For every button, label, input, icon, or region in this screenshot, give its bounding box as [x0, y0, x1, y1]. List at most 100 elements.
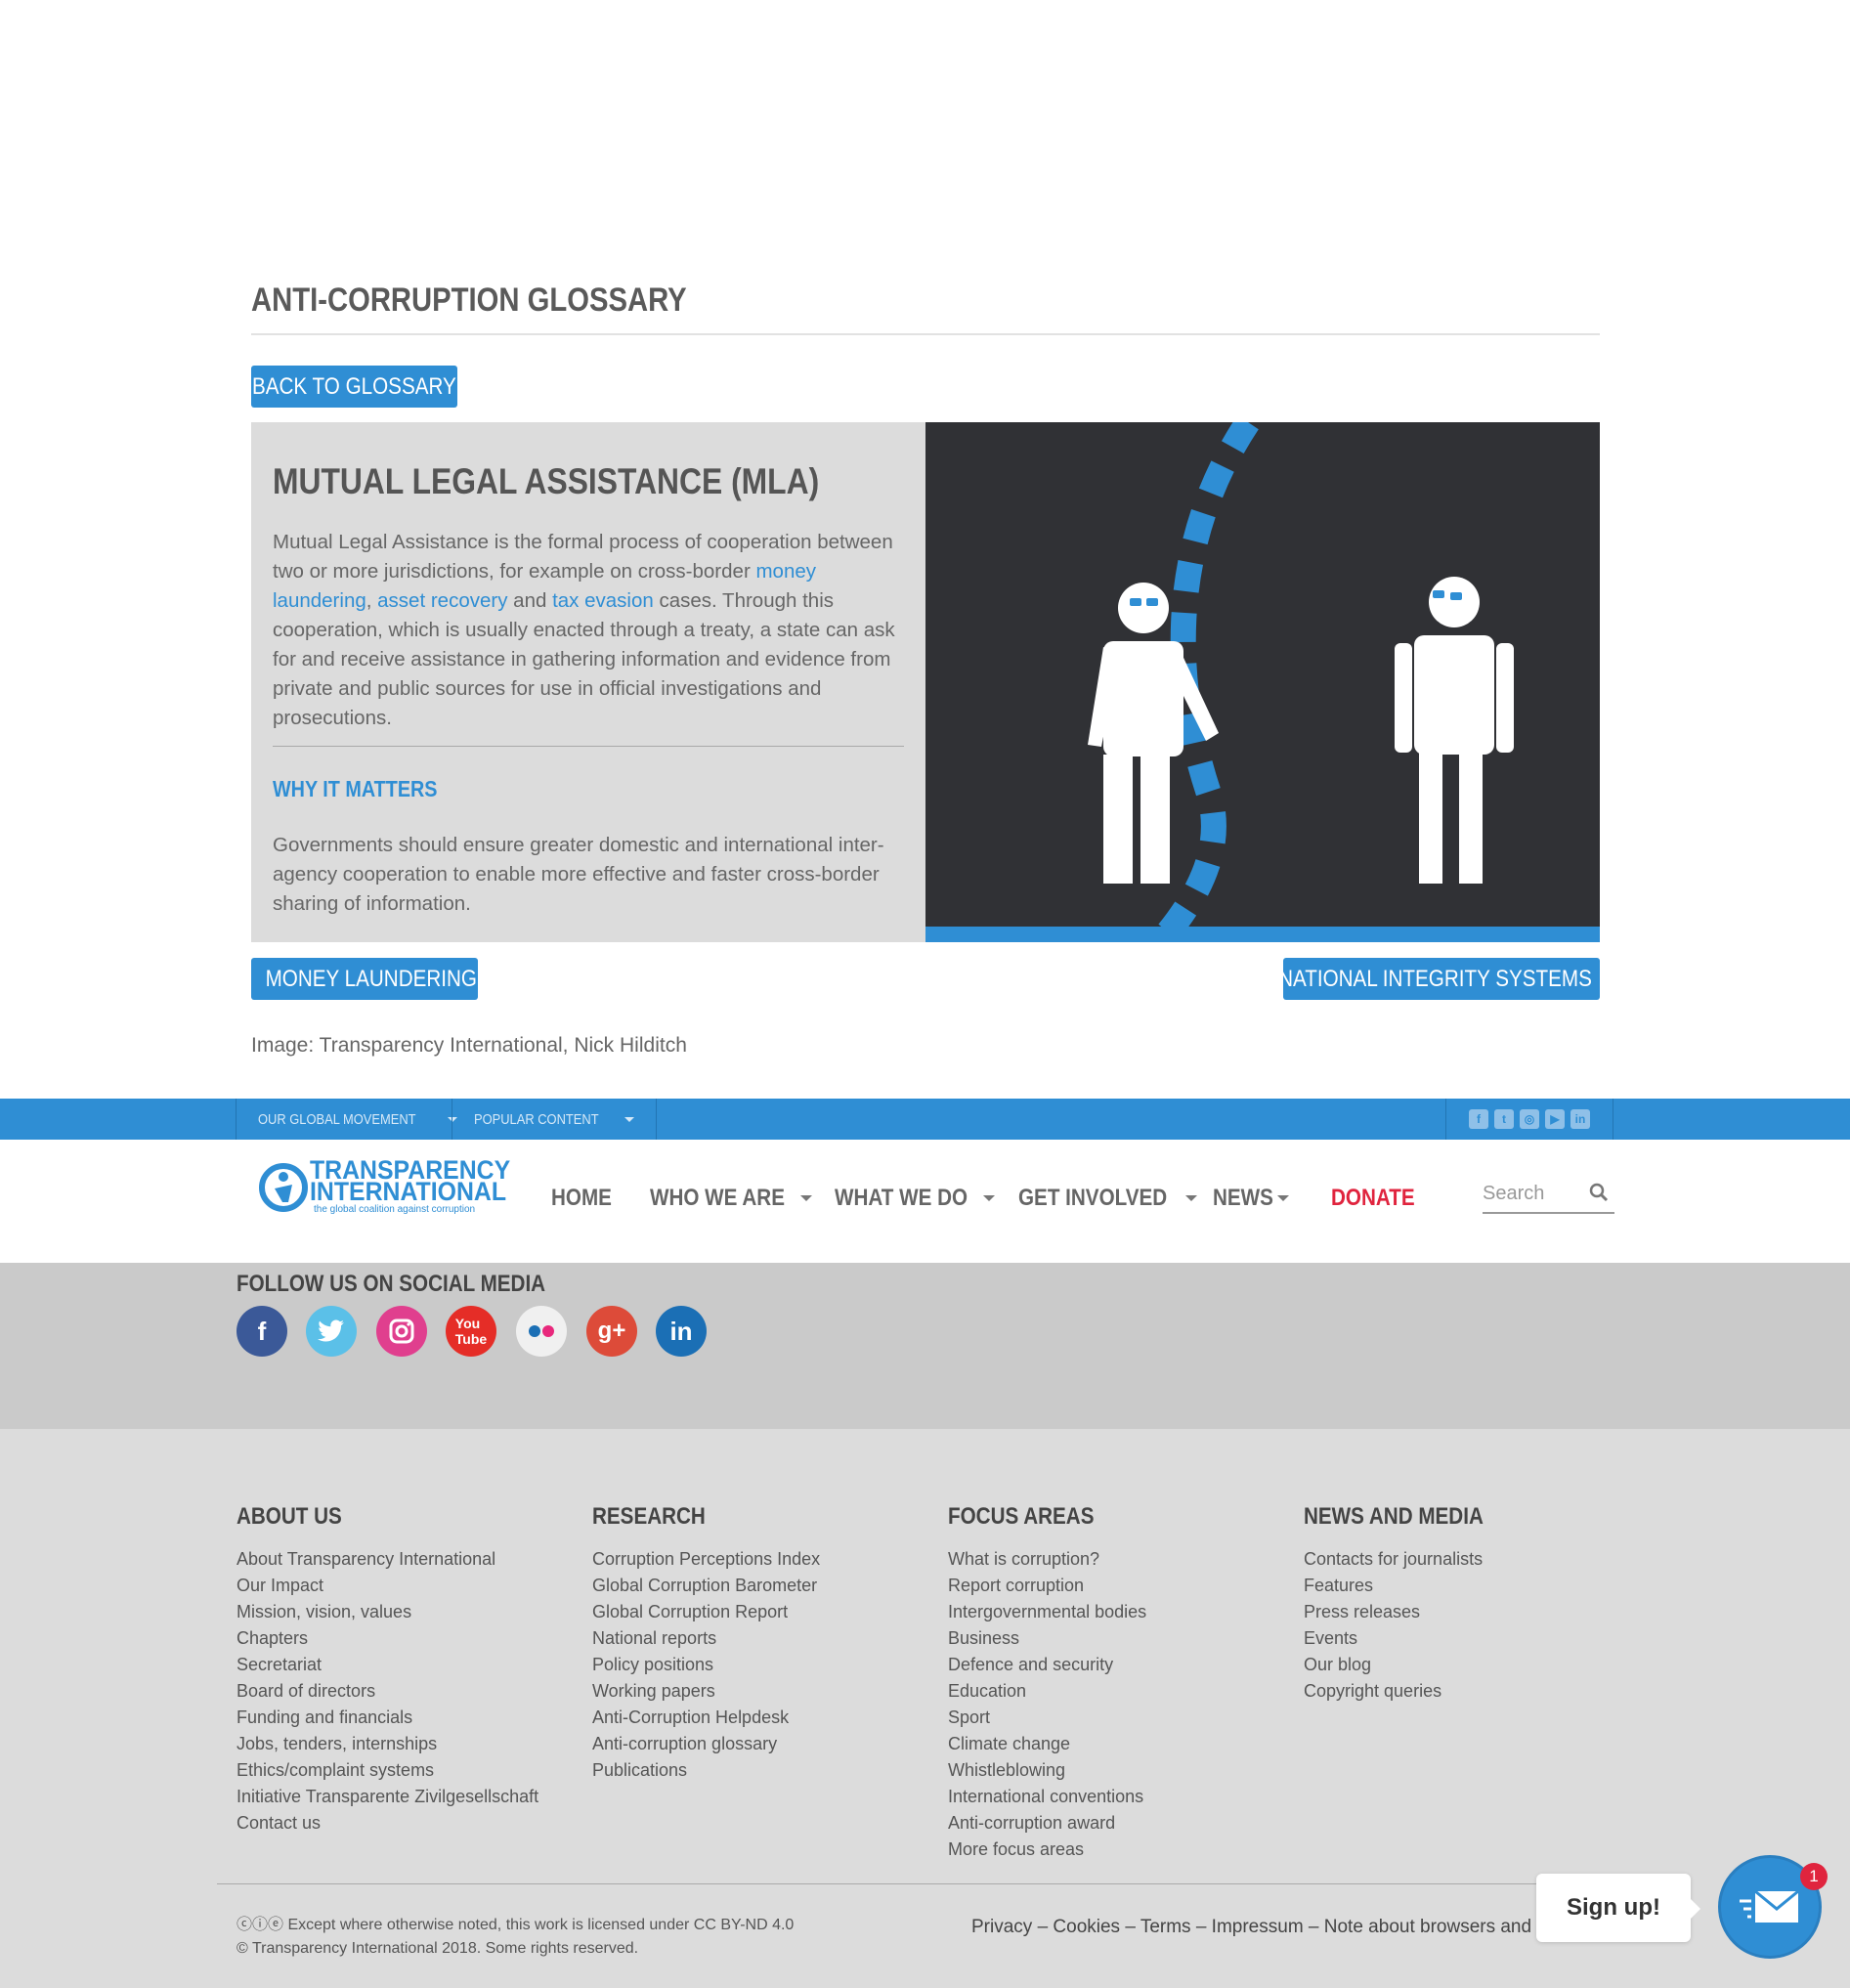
footer-link[interactable]: Secretariat — [237, 1652, 538, 1678]
footer-link[interactable]: Board of directors — [237, 1678, 538, 1705]
footer-link[interactable]: Jobs, tenders, internships — [237, 1731, 538, 1757]
footer-link[interactable]: Business — [948, 1625, 1146, 1652]
nav-news-label: NEWS — [1213, 1185, 1273, 1211]
globe-logo-icon — [259, 1163, 308, 1212]
footer-link[interactable]: Intergovernmental bodies — [948, 1599, 1146, 1625]
nav-home[interactable]: HOME — [551, 1185, 622, 1212]
previous-term-button[interactable]: MONEY LAUNDERING — [235, 958, 478, 1000]
definition-separator: , — [366, 589, 378, 612]
why-it-matters-heading: WHY IT MATTERS — [273, 776, 438, 801]
chevron-down-icon — [1184, 1195, 1197, 1201]
term-illustration — [925, 422, 1600, 942]
footer-link[interactable]: Anti-Corruption Helpdesk — [592, 1705, 820, 1731]
facebook-icon[interactable]: f — [1469, 1109, 1488, 1129]
footer-link[interactable]: Chapters — [237, 1625, 538, 1652]
popular-content-label: POPULAR CONTENT — [474, 1110, 599, 1128]
linkedin-icon[interactable]: in — [656, 1306, 707, 1357]
follow-us-heading: FOLLOW US ON SOCIAL MEDIA — [237, 1271, 546, 1297]
youtube-icon[interactable]: ▶ — [1545, 1109, 1565, 1129]
twitter-icon[interactable] — [306, 1306, 357, 1357]
tax-evasion-link[interactable]: tax evasion — [552, 589, 654, 612]
footer-focus-list: What is corruption? Report corruption Inte… — [948, 1546, 1146, 1863]
our-global-movement-menu[interactable]: OUR GLOBAL MOVEMENT — [236, 1099, 479, 1140]
footer-link[interactable]: National reports — [592, 1625, 820, 1652]
signup-bubble[interactable]: Sign up! — [1536, 1874, 1700, 1942]
footer-link[interactable]: International conventions — [948, 1784, 1146, 1810]
chevron-down-icon — [1277, 1195, 1289, 1201]
nav-get-involved-label: GET INVOLVED — [1018, 1185, 1168, 1211]
nav-get-involved[interactable]: GET INVOLVED — [1018, 1185, 1197, 1212]
asset-recovery-link[interactable]: asset recovery — [377, 589, 507, 612]
footer-research-heading: RESEARCH — [592, 1503, 706, 1530]
footer-link[interactable]: Report corruption — [948, 1573, 1146, 1599]
footer-link[interactable]: Climate change — [948, 1731, 1146, 1757]
footer-link[interactable]: Sport — [948, 1705, 1146, 1731]
footer-link[interactable]: Copyright queries — [1304, 1678, 1513, 1705]
instagram-icon[interactable]: ◎ — [1520, 1109, 1539, 1129]
footer-link[interactable]: Working papers — [592, 1678, 820, 1705]
instagram-icon[interactable] — [376, 1306, 427, 1357]
nav-home-label: HOME — [551, 1185, 612, 1211]
footer-link[interactable]: What is corruption? — [948, 1546, 1146, 1573]
footer-news-heading: NEWS AND MEDIA — [1304, 1503, 1484, 1530]
footer-link[interactable]: Policy positions — [592, 1652, 820, 1678]
search-icon[interactable] — [1589, 1183, 1609, 1202]
footer-link[interactable]: Anti-corruption glossary — [592, 1731, 820, 1757]
footer-link[interactable]: Global Corruption Report — [592, 1599, 820, 1625]
caret-left-icon — [235, 971, 243, 987]
why-it-matters-text: Governments should ensure greater domest… — [273, 834, 884, 915]
footer-link[interactable]: Features — [1304, 1573, 1513, 1599]
popular-content-menu[interactable]: POPULAR CONTENT — [452, 1099, 658, 1140]
chevron-down-icon — [983, 1195, 996, 1201]
search-input[interactable] — [1483, 1179, 1580, 1208]
copyright-text: © Transparency International 2018. Some … — [237, 1940, 639, 1957]
footer-link[interactable]: Contacts for journalists — [1304, 1546, 1513, 1573]
footer-link[interactable]: Mission, vision, values — [237, 1599, 538, 1625]
nav-donate-label: DONATE — [1331, 1185, 1415, 1211]
nav-who-we-are[interactable]: WHO WE ARE — [650, 1185, 813, 1212]
footer-link[interactable]: Corruption Perceptions Index — [592, 1546, 820, 1573]
footer-link[interactable]: Contact us — [237, 1810, 538, 1837]
footer-link[interactable]: Defence and security — [948, 1652, 1146, 1678]
footer-link[interactable]: Initiative Transparente Zivilgesellschaf… — [237, 1784, 538, 1810]
footer-link[interactable]: Funding and financials — [237, 1705, 538, 1731]
flickr-icon[interactable] — [516, 1306, 567, 1357]
card-divider — [273, 746, 904, 747]
footer-link[interactable]: Global Corruption Barometer — [592, 1573, 820, 1599]
term-card: MUTUAL LEGAL ASSISTANCE (MLA) Mutual Leg… — [251, 422, 925, 942]
nav-news[interactable]: NEWS — [1213, 1185, 1289, 1212]
footer-news-column: NEWS AND MEDIA Contacts for journalists F… — [1304, 1503, 1513, 1705]
utility-social-links: f t ◎ ▶ in — [1445, 1099, 1613, 1140]
footer-link[interactable]: Anti-corruption award — [948, 1810, 1146, 1837]
facebook-icon[interactable]: f — [237, 1306, 287, 1357]
twitter-icon[interactable]: t — [1494, 1109, 1514, 1129]
next-term-button[interactable]: NATIONAL INTEGRITY SYSTEMS — [1278, 958, 1631, 1000]
footer-link[interactable]: Our Impact — [237, 1573, 538, 1599]
footer-link[interactable]: Press releases — [1304, 1599, 1513, 1625]
search-box — [1483, 1175, 1614, 1214]
back-to-glossary-button[interactable]: BACK TO GLOSSARY — [251, 366, 457, 408]
footer-link[interactable]: About Transparency International — [237, 1546, 538, 1573]
page-title: ANTI-CORRUPTION GLOSSARY — [251, 281, 687, 319]
social-media-section: FOLLOW US ON SOCIAL MEDIA f You Tube g+ i… — [0, 1263, 1850, 1429]
footer-link[interactable]: Education — [948, 1678, 1146, 1705]
logo-text: INTERNATIONAL — [310, 1177, 507, 1206]
nav-donate[interactable]: DONATE — [1331, 1185, 1429, 1212]
footer-link[interactable]: Ethics/complaint systems — [237, 1757, 538, 1784]
googleplus-icon[interactable]: g+ — [586, 1306, 637, 1357]
footer-link[interactable]: Publications — [592, 1757, 820, 1784]
logo-tagline: the global coalition against corruption — [314, 1204, 476, 1215]
youtube-icon[interactable]: You Tube — [446, 1306, 496, 1357]
footer-about-column: ABOUT US About Transparency Internationa… — [237, 1503, 538, 1837]
footer-link[interactable]: Events — [1304, 1625, 1513, 1652]
transparency-international-logo[interactable]: TRANSPARENCY INTERNATIONAL the global co… — [259, 1155, 510, 1216]
footer-news-list: Contacts for journalists Features Press re… — [1304, 1546, 1513, 1705]
nav-what-we-do[interactable]: WHAT WE DO — [835, 1185, 996, 1212]
legal-links[interactable]: Privacy – Cookies – Terms – Impressum – … — [971, 1917, 1543, 1938]
footer-link[interactable]: More focus areas — [948, 1837, 1146, 1863]
footer-link[interactable]: Our blog — [1304, 1652, 1513, 1678]
chevron-down-icon — [624, 1116, 635, 1122]
footer-link[interactable]: Whistleblowing — [948, 1757, 1146, 1784]
previous-term-label: MONEY LAUNDERING — [265, 965, 478, 992]
linkedin-icon[interactable]: in — [1570, 1109, 1590, 1129]
